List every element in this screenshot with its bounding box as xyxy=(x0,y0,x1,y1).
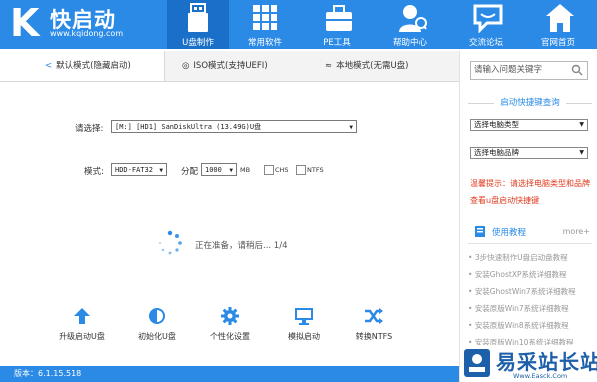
search-icon xyxy=(571,64,583,76)
simulate-boot-button[interactable]: 模拟启动 xyxy=(264,307,344,342)
nav-pe-tools[interactable]: PE工具 xyxy=(306,0,368,49)
tool-label: 升级启动U盘 xyxy=(59,332,105,341)
chevron-down-icon: ▼ xyxy=(579,121,584,128)
chevron-down-icon: ▼ xyxy=(349,124,353,131)
type-select-value: 选择电脑类型 xyxy=(474,120,519,129)
tip-text: 温馨提示：请选择电脑类型和品牌查看u盘启动快捷键 xyxy=(470,179,590,205)
mode-value: HDD-FAT32 xyxy=(115,166,153,174)
nav-label: 官网首页 xyxy=(540,38,575,48)
init-usb-button[interactable]: 初始化U盘 xyxy=(117,307,197,342)
status-text: 正在准备，请稍后... 1/4 xyxy=(195,241,288,251)
nav-home[interactable]: 官网首页 xyxy=(527,0,589,49)
tab-local-mode[interactable]: ≈ 本地模式(无需U盘) xyxy=(325,51,408,81)
ntfs-label: NTFS xyxy=(307,166,324,174)
convert-ntfs-button[interactable]: 转换NTFS xyxy=(334,307,414,342)
home-icon xyxy=(546,4,574,32)
tool-label: 初始化U盘 xyxy=(138,332,176,341)
chevron-down-icon: ▼ xyxy=(229,167,233,174)
alloc-select[interactable]: 1000 ▼ xyxy=(201,163,237,176)
loading-spinner-icon xyxy=(159,230,182,255)
watermark-sub: Www.Easck.Com xyxy=(513,372,568,380)
version-text: 版本：6.1.15.518 xyxy=(14,369,82,378)
chevron-down-icon: ▼ xyxy=(579,149,584,156)
tool-label: 个性化设置 xyxy=(210,332,250,341)
chevron-down-icon: ▼ xyxy=(159,167,163,174)
article-list: • 3步快速制作U盘启动盘教程 • 安装GhostXP系统详细教程 • 安装Gh… xyxy=(468,249,594,351)
nav-help-center[interactable]: 帮助中心 xyxy=(379,0,441,49)
nav-forum[interactable]: 交流论坛 xyxy=(455,0,517,49)
mode-select[interactable]: HDD-FAT32 ▼ xyxy=(111,163,167,176)
nav-common-software[interactable]: 常用软件 xyxy=(234,0,296,49)
tool-label: 转换NTFS xyxy=(355,332,393,341)
tab-default-mode[interactable]: < 默认模式(隐藏启动) xyxy=(0,51,165,81)
tab-label: ISO模式(支持UEFI) xyxy=(193,61,268,71)
device-value: [M:] [HD1] SanDiskUltra (13.49G)U盘 xyxy=(115,123,262,131)
device-label: 请选择: xyxy=(75,124,104,134)
nav-label: 常用软件 xyxy=(247,38,282,48)
app-logo: K 快启动 www.kqidong.com xyxy=(10,2,150,44)
watermark-logo: 易采站长站 Www.Easck.Com xyxy=(463,345,597,382)
mode-tabs: < 默认模式(隐藏启动) ◎ ISO模式(支持UEFI) ≈ 本地模式(无需U盘) xyxy=(0,51,459,82)
search-input[interactable]: 请输入问题关键字 xyxy=(470,61,588,80)
alloc-unit: MB xyxy=(240,166,251,174)
toolbox-icon xyxy=(326,5,352,31)
computer-brand-select[interactable]: 选择电脑品牌 ▼ xyxy=(470,147,588,159)
shuffle-icon xyxy=(365,308,383,324)
search-placeholder: 请输入问题关键字 xyxy=(474,65,543,75)
article-link[interactable]: • 安装GhostXP系统详细教程 xyxy=(468,266,594,283)
tutorial-header: 使用教程 more+ xyxy=(468,221,592,244)
hotkey-title: 启动快捷键查询 xyxy=(494,96,566,108)
computer-type-select[interactable]: 选择电脑类型 ▼ xyxy=(470,119,588,131)
watermark-text: 易采站长站 xyxy=(496,350,597,374)
gear-icon xyxy=(221,307,239,325)
tab-label: 本地模式(无需U盘) xyxy=(336,61,409,71)
tutorial-title: 使用教程 xyxy=(492,228,527,238)
tab-label: 默认模式(隐藏启动) xyxy=(56,61,131,71)
alloc-label: 分配 xyxy=(181,167,199,177)
device-select[interactable]: [M:] [HD1] SanDiskUltra (13.49G)U盘 ▼ xyxy=(111,120,357,133)
disc-icon: ◎ xyxy=(182,61,190,71)
nav-label: 交流论坛 xyxy=(468,38,503,48)
right-sidebar: 请输入问题关键字 启动快捷键查询 选择电脑类型 ▼ 选择电脑品牌 ▼ 温馨提示：… xyxy=(459,51,597,382)
tool-label: 模拟启动 xyxy=(288,332,320,341)
share-icon: < xyxy=(45,61,53,71)
upgrade-usb-button[interactable]: 升级启动U盘 xyxy=(42,307,122,342)
nav-usb-make[interactable]: U盘制作 xyxy=(167,0,229,49)
more-link[interactable]: more+ xyxy=(563,227,590,236)
mode-label: 模式: xyxy=(84,167,104,177)
personalize-button[interactable]: 个性化设置 xyxy=(190,307,270,342)
book-icon xyxy=(475,226,485,237)
article-link[interactable]: • 3步快速制作U盘启动盘教程 xyxy=(468,249,594,266)
chs-label: CHS xyxy=(275,166,289,174)
brand-select-value: 选择电脑品牌 xyxy=(474,148,519,157)
chat-bubble-icon xyxy=(473,4,503,33)
logo-url: www.kqidong.com xyxy=(50,29,124,38)
tab-iso-mode[interactable]: ◎ ISO模式(支持UEFI) xyxy=(182,51,268,81)
help-person-icon xyxy=(399,5,427,32)
article-link[interactable]: • 安装原版Win7系统详细教程 xyxy=(468,300,594,317)
nav-label: PE工具 xyxy=(323,38,351,48)
article-link[interactable]: • 安装原版Win8系统详细教程 xyxy=(468,317,594,334)
status-bar: 版本：6.1.15.518 xyxy=(0,366,459,382)
nav-label: U盘制作 xyxy=(182,38,214,48)
usb-drive-icon xyxy=(188,3,208,32)
wifi-icon: ≈ xyxy=(325,61,333,71)
alloc-value: 1000 xyxy=(205,166,222,174)
nav-label: 帮助中心 xyxy=(392,38,427,48)
monitor-icon xyxy=(295,308,313,325)
ntfs-checkbox[interactable] xyxy=(296,165,306,175)
top-header: K 快启动 www.kqidong.com U盘制作 常用软件 PE工具 帮助中… xyxy=(0,0,597,49)
upload-arrow-icon xyxy=(74,308,90,324)
logo-letter: K xyxy=(10,1,40,45)
chs-checkbox[interactable] xyxy=(264,165,274,175)
apps-grid-icon xyxy=(253,5,277,30)
article-link[interactable]: • 安装GhostWin7系统详细教程 xyxy=(468,283,594,300)
reset-icon xyxy=(149,308,165,324)
watermark-logo-icon xyxy=(464,349,490,377)
